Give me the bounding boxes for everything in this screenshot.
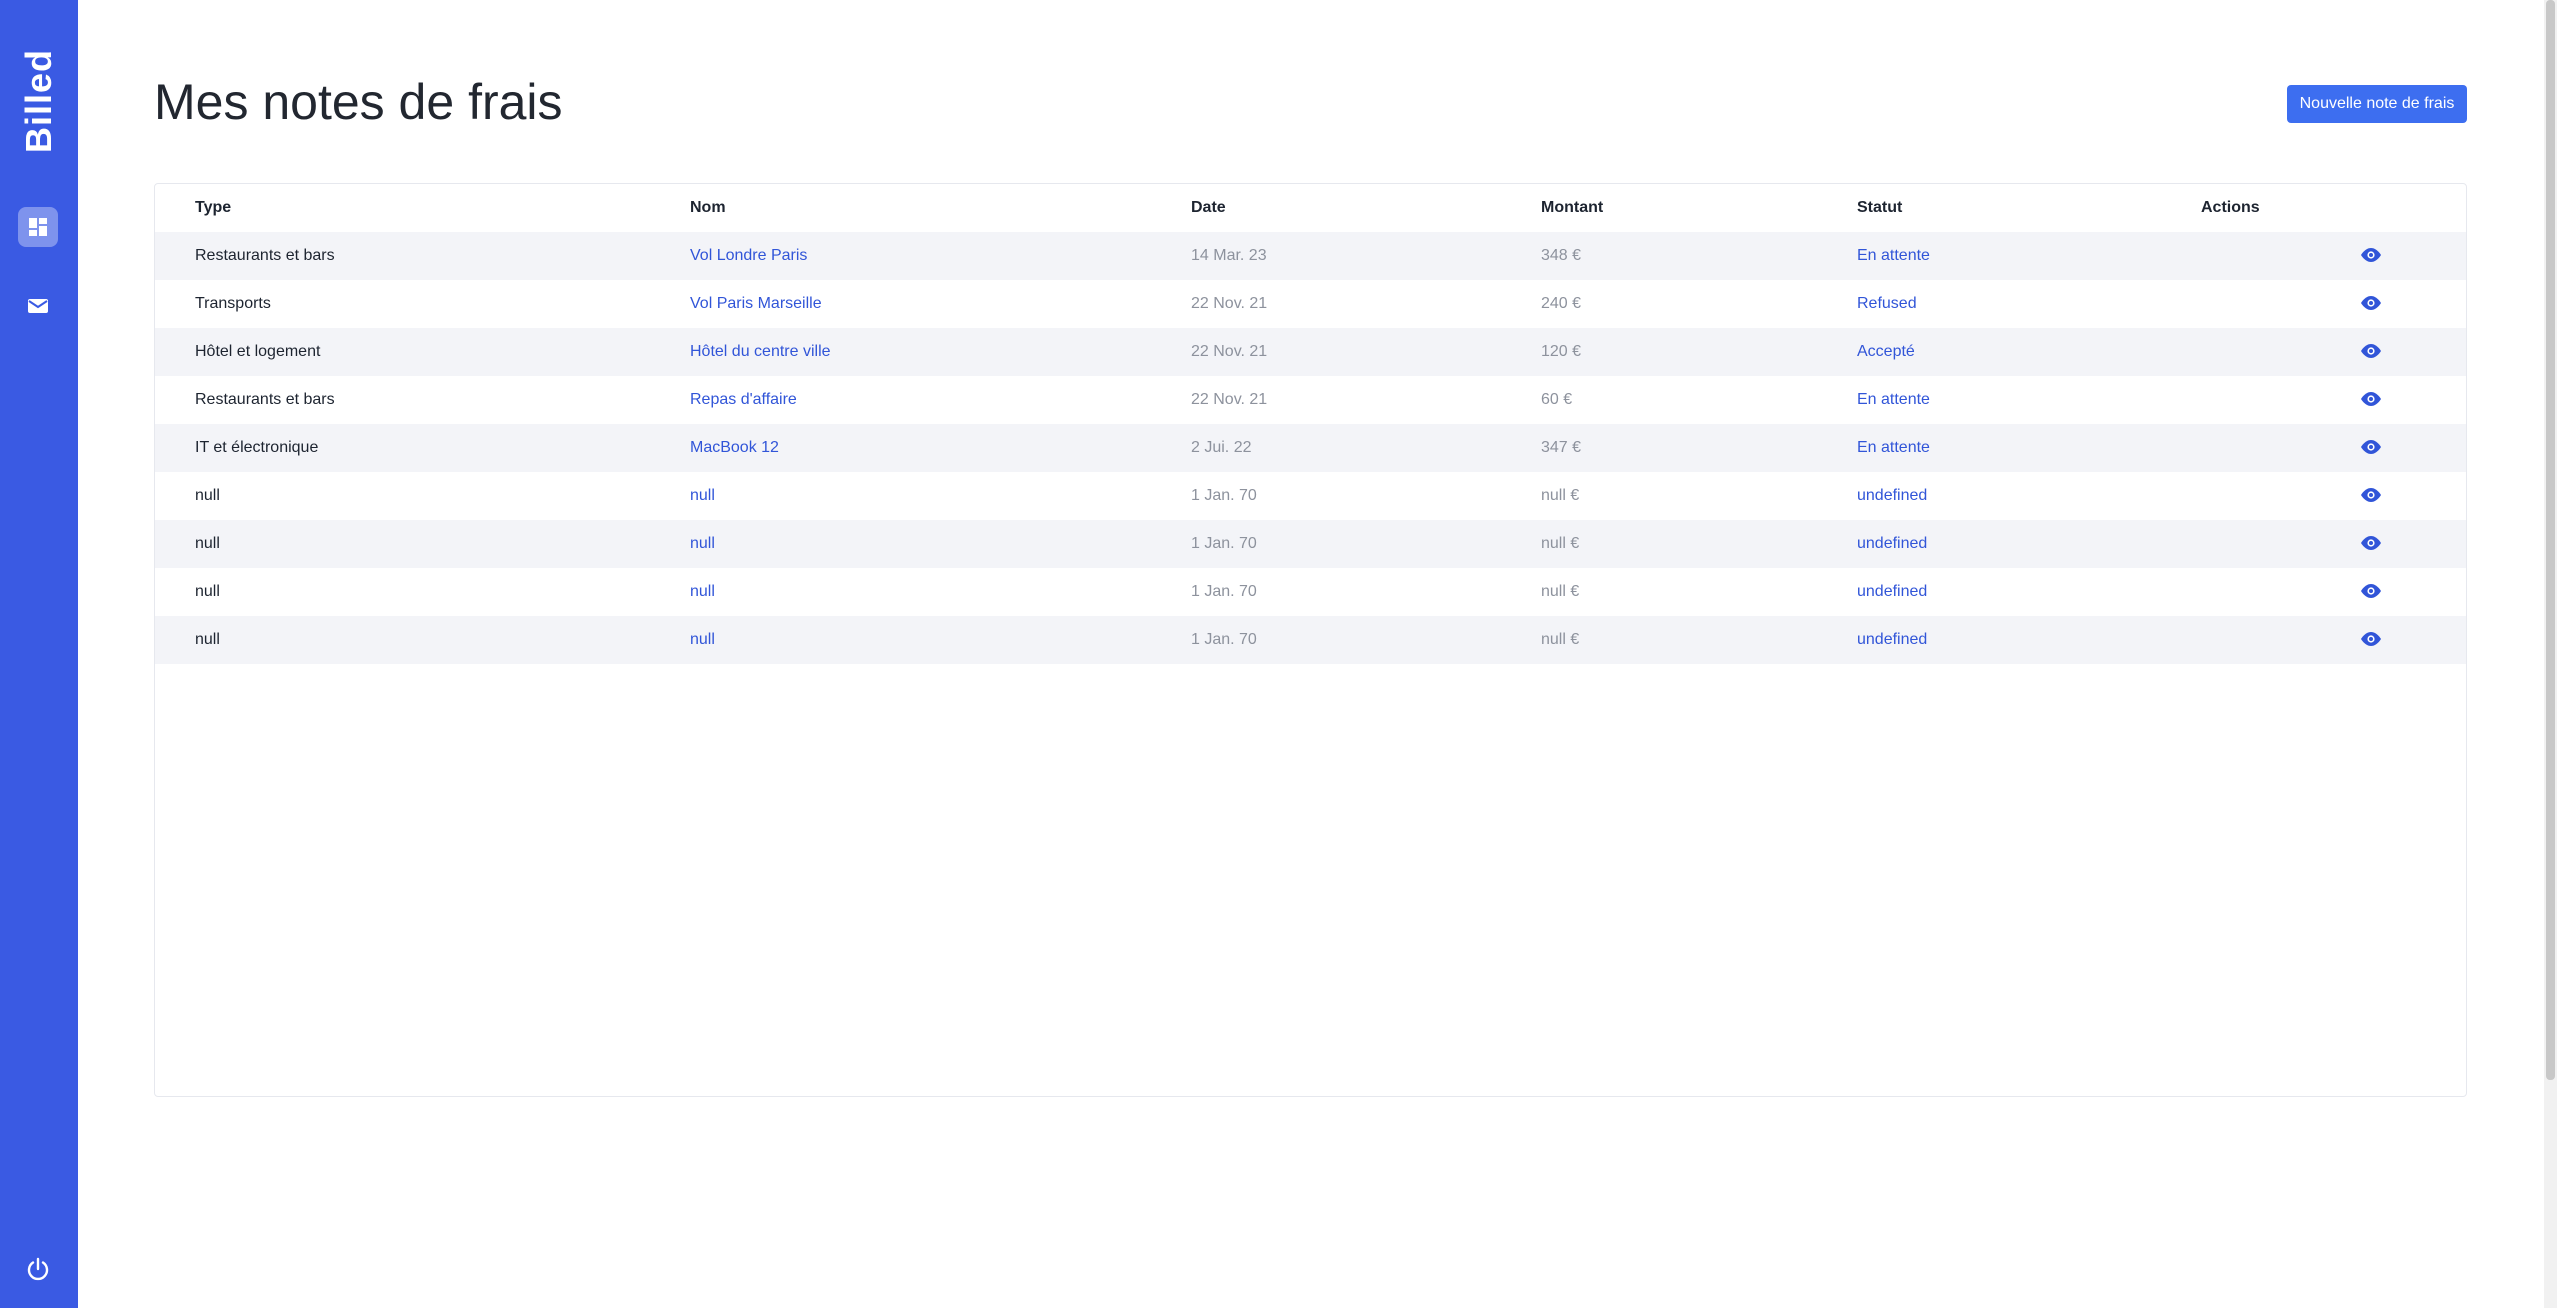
cell-type: Restaurants et bars [195, 247, 335, 264]
view-bill-button[interactable] [2358, 533, 2384, 553]
cell-amount: null € [1541, 487, 1580, 504]
cell-type: null [195, 583, 220, 600]
eye-icon [2361, 584, 2381, 598]
eye-icon [2361, 440, 2381, 454]
table-body: Restaurants et bars Vol Londre Paris 14 Ma… [155, 232, 2466, 664]
table-row: null null 1 Jan. 70 null € undefined [155, 616, 2466, 664]
cell-date: 1 Jan. 70 [1191, 631, 1257, 648]
eye-icon [2361, 344, 2381, 358]
table-row: Transports Vol Paris Marseille 22 Nov. 21 2… [155, 280, 2466, 328]
cell-date: 14 Mar. 23 [1191, 247, 1267, 264]
view-bill-button[interactable] [2358, 485, 2384, 505]
cell-name[interactable]: MacBook 12 [690, 439, 779, 457]
table-row: null null 1 Jan. 70 null € undefined [155, 472, 2466, 520]
page-title: Mes notes de frais [154, 74, 563, 130]
view-bill-button[interactable] [2358, 245, 2384, 265]
header-name: Nom [690, 199, 726, 216]
cell-status: En attente [1857, 439, 1930, 456]
eye-icon [2361, 296, 2381, 310]
cell-status: Refused [1857, 295, 1917, 312]
view-bill-button[interactable] [2358, 581, 2384, 601]
cell-date: 22 Nov. 21 [1191, 295, 1268, 312]
view-bill-button[interactable] [2358, 629, 2384, 649]
cell-type: null [195, 535, 220, 552]
table-row: Hôtel et logement Hôtel du centre ville 22… [155, 328, 2466, 376]
cell-amount: 347 € [1541, 439, 1582, 456]
cell-status: undefined [1857, 583, 1928, 600]
cell-status: En attente [1857, 391, 1930, 408]
scrollbar-thumb[interactable] [2546, 0, 2555, 1080]
header-status: Statut [1857, 199, 1903, 216]
cell-status: En attente [1857, 247, 1930, 264]
cell-date: 1 Jan. 70 [1191, 535, 1257, 552]
header-amount: Montant [1541, 199, 1604, 216]
cell-name[interactable]: null [690, 487, 715, 505]
cell-type: Hôtel et logement [195, 343, 321, 360]
cell-amount: 120 € [1541, 343, 1582, 360]
brand-name: Billed [18, 48, 60, 154]
power-icon [27, 1257, 49, 1281]
cell-amount: 60 € [1541, 391, 1573, 408]
view-bill-button[interactable] [2358, 293, 2384, 313]
cell-status: undefined [1857, 487, 1928, 504]
table-row: null null 1 Jan. 70 null € undefined [155, 520, 2466, 568]
eye-icon [2361, 248, 2381, 262]
bills-table: Type Nom Date Montant Statut Actions Res… [154, 183, 2467, 1097]
cell-type: null [195, 631, 220, 648]
cell-date: 1 Jan. 70 [1191, 487, 1257, 504]
cell-status: undefined [1857, 535, 1928, 552]
eye-icon [2361, 536, 2381, 550]
table-row: Restaurants et bars Repas d'affaire 22 Nov… [155, 376, 2466, 424]
cell-name[interactable]: null [690, 535, 715, 553]
table-header: Type Nom Date Montant Statut Actions [155, 184, 2466, 232]
cell-amount: null € [1541, 535, 1580, 552]
cell-type: null [195, 487, 220, 504]
cell-amount: 240 € [1541, 295, 1582, 312]
cell-date: 22 Nov. 21 [1191, 391, 1268, 408]
cell-status: Accepté [1857, 343, 1915, 360]
cell-date: 1 Jan. 70 [1191, 583, 1257, 600]
cell-name[interactable]: null [690, 631, 715, 649]
view-bill-button[interactable] [2358, 437, 2384, 457]
logout-button[interactable] [18, 1249, 58, 1289]
cell-name[interactable]: null [690, 583, 715, 601]
cell-date: 2 Jui. 22 [1191, 439, 1252, 456]
main-content: Mes notes de frais Nouvelle note de frai… [78, 0, 2557, 1308]
dashboard-icon [29, 218, 47, 236]
cell-amount: 348 € [1541, 247, 1582, 264]
cell-amount: null € [1541, 583, 1580, 600]
brand-logo: Billed [14, 49, 64, 153]
cell-name[interactable]: Hôtel du centre ville [690, 343, 831, 361]
view-bill-button[interactable] [2358, 341, 2384, 361]
cell-type: Transports [195, 295, 271, 312]
cell-name[interactable]: Repas d'affaire [690, 391, 797, 409]
eye-icon [2361, 632, 2381, 646]
header-actions: Actions [2201, 199, 2260, 216]
nav-mail[interactable] [18, 286, 58, 326]
nav-dashboard[interactable] [18, 207, 58, 247]
new-bill-button[interactable]: Nouvelle note de frais [2287, 85, 2467, 123]
page-scrollbar[interactable] [2544, 0, 2557, 1308]
view-bill-button[interactable] [2358, 389, 2384, 409]
table-row: IT et électronique MacBook 12 2 Jui. 22 347… [155, 424, 2466, 472]
table-row: null null 1 Jan. 70 null € undefined [155, 568, 2466, 616]
cell-date: 22 Nov. 21 [1191, 343, 1268, 360]
cell-amount: null € [1541, 631, 1580, 648]
sidebar: Billed [0, 0, 78, 1308]
header-type: Type [195, 199, 232, 216]
table-row: Restaurants et bars Vol Londre Paris 14 Ma… [155, 232, 2466, 280]
cell-status: undefined [1857, 631, 1928, 648]
cell-name[interactable]: Vol Paris Marseille [690, 295, 822, 313]
header-date: Date [1191, 199, 1226, 216]
cell-type: Restaurants et bars [195, 391, 335, 408]
cell-name[interactable]: Vol Londre Paris [690, 247, 807, 265]
cell-type: IT et électronique [195, 439, 319, 456]
eye-icon [2361, 488, 2381, 502]
mail-icon [28, 299, 48, 313]
eye-icon [2361, 392, 2381, 406]
